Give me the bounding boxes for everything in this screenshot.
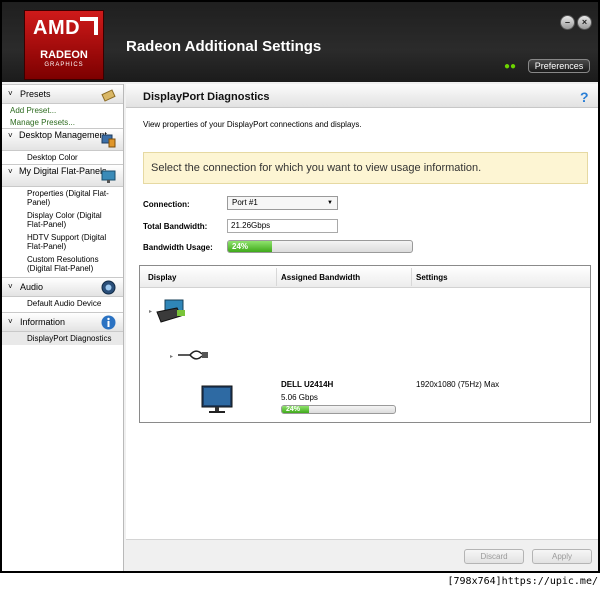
sidebar-item-custom-resolutions[interactable]: Custom Resolutions (Digital Flat-Panel) <box>2 253 123 275</box>
displayport-table: Display Assigned Bandwidth Settings ▸ ▸ <box>139 265 591 423</box>
table-header: Display Assigned Bandwidth Settings <box>140 266 590 288</box>
chevron-down-icon: ˅ <box>8 131 13 140</box>
sidebar-section-digital-flat-panels[interactable]: ˅ My Digital Flat-Panels <box>2 164 123 187</box>
connection-status-icon: ●● <box>504 61 517 72</box>
display-usage-text: 24% <box>286 406 301 413</box>
app-title: Radeon Additional Settings <box>126 38 322 55</box>
sidebar-section-presets[interactable]: ˅ Presets <box>2 84 123 104</box>
chevron-down-icon: ˅ <box>8 317 13 326</box>
display-usage-bar: 24% <box>281 405 396 414</box>
bandwidth-usage-label: Bandwidth Usage: <box>143 243 213 252</box>
gpu-card-icon <box>156 299 185 323</box>
logo-sub: GRAPHICS <box>44 62 84 68</box>
monitor-icon <box>201 385 233 413</box>
sidebar-item-display-color[interactable]: Display Color (Digital Flat-Panel) <box>2 209 123 231</box>
page-title: DisplayPort Diagnostics <box>143 91 270 103</box>
sidebar: ˅ Presets Add Preset... Manage Presets..… <box>2 84 124 571</box>
column-header-settings: Settings <box>416 273 448 282</box>
flat-panel-icon <box>101 170 116 183</box>
column-header-assigned-bandwidth: Assigned Bandwidth <box>281 273 361 282</box>
sidebar-item-desktop-color[interactable]: Desktop Color <box>2 151 123 164</box>
sidebar-section-information[interactable]: ˅ Information <box>2 312 123 332</box>
discard-button[interactable]: Discard <box>464 549 524 564</box>
chevron-down-icon: ˅ <box>8 282 13 291</box>
displayport-cable-icon <box>178 350 208 360</box>
sidebar-section-label: Audio <box>20 282 44 292</box>
amd-arrow-icon <box>80 17 98 35</box>
chevron-down-icon: ▼ <box>327 200 333 206</box>
bandwidth-usage-text: 24% <box>232 242 249 251</box>
total-bandwidth-label: Total Bandwidth: <box>143 222 208 231</box>
connection-select-value: Port #1 <box>232 198 258 207</box>
tree-expand-icon[interactable]: ▸ <box>149 308 152 315</box>
sidebar-item-default-audio-device[interactable]: Default Audio Device <box>2 297 123 310</box>
sidebar-section-desktop-management[interactable]: ˅ Desktop Management <box>2 128 123 151</box>
total-bandwidth-field: 21.26Gbps <box>227 219 338 233</box>
title-bar: AMD RADEON GRAPHICS Radeon Additional Se… <box>2 2 598 82</box>
connection-select[interactable]: Port #1 ▼ <box>227 196 338 210</box>
add-preset-link[interactable]: Add Preset... <box>2 104 123 116</box>
audio-icon <box>101 280 116 295</box>
amd-radeon-logo: AMD RADEON GRAPHICS <box>24 10 104 80</box>
logo-product: RADEON <box>40 49 88 61</box>
manage-presets-link[interactable]: Manage Presets... <box>2 116 123 128</box>
preferences-button[interactable]: Preferences <box>528 59 590 73</box>
desktop-management-icon <box>101 134 116 148</box>
page-description: View properties of your DisplayPort conn… <box>143 120 362 129</box>
chevron-down-icon: ˅ <box>8 89 13 98</box>
sidebar-item-properties[interactable]: Properties (Digital Flat-Panel) <box>2 187 123 209</box>
sidebar-item-displayport-diagnostics[interactable]: DisplayPort Diagnostics <box>2 332 123 345</box>
help-icon[interactable]: ? <box>580 89 589 105</box>
main-panel: DisplayPort Diagnostics ? View propertie… <box>126 84 598 571</box>
display-settings: 1920x1080 (75Hz) Max <box>416 380 500 389</box>
tree-expand-icon[interactable]: ▸ <box>170 353 173 360</box>
sidebar-section-audio[interactable]: ˅ Audio <box>2 277 123 297</box>
app-window: AMD RADEON GRAPHICS Radeon Additional Se… <box>0 0 600 573</box>
minimize-button[interactable]: – <box>560 15 575 30</box>
sidebar-section-label: Presets <box>20 89 51 99</box>
bandwidth-usage-bar: 24% <box>227 240 413 253</box>
sidebar-item-hdtv-support[interactable]: HDTV Support (Digital Flat-Panel) <box>2 231 123 253</box>
assigned-bandwidth: 5.06 Gbps <box>281 393 318 402</box>
main-header: DisplayPort Diagnostics ? <box>126 84 598 108</box>
column-header-display: Display <box>148 273 177 282</box>
logo-brand: AMD <box>33 17 81 39</box>
connection-label: Connection: <box>143 200 190 209</box>
close-button[interactable]: × <box>577 15 592 30</box>
chevron-down-icon: ˅ <box>8 167 13 176</box>
footer-bar: Discard Apply <box>126 539 598 571</box>
instruction-notice: Select the connection for which you want… <box>143 152 588 184</box>
apply-button[interactable]: Apply <box>532 549 592 564</box>
sidebar-section-label: Information <box>20 317 66 327</box>
display-name: DELL U2414H <box>281 380 334 389</box>
preset-icon <box>101 89 116 102</box>
watermark: [798x764]https://upic.me/ <box>447 576 598 587</box>
information-icon <box>101 315 116 330</box>
